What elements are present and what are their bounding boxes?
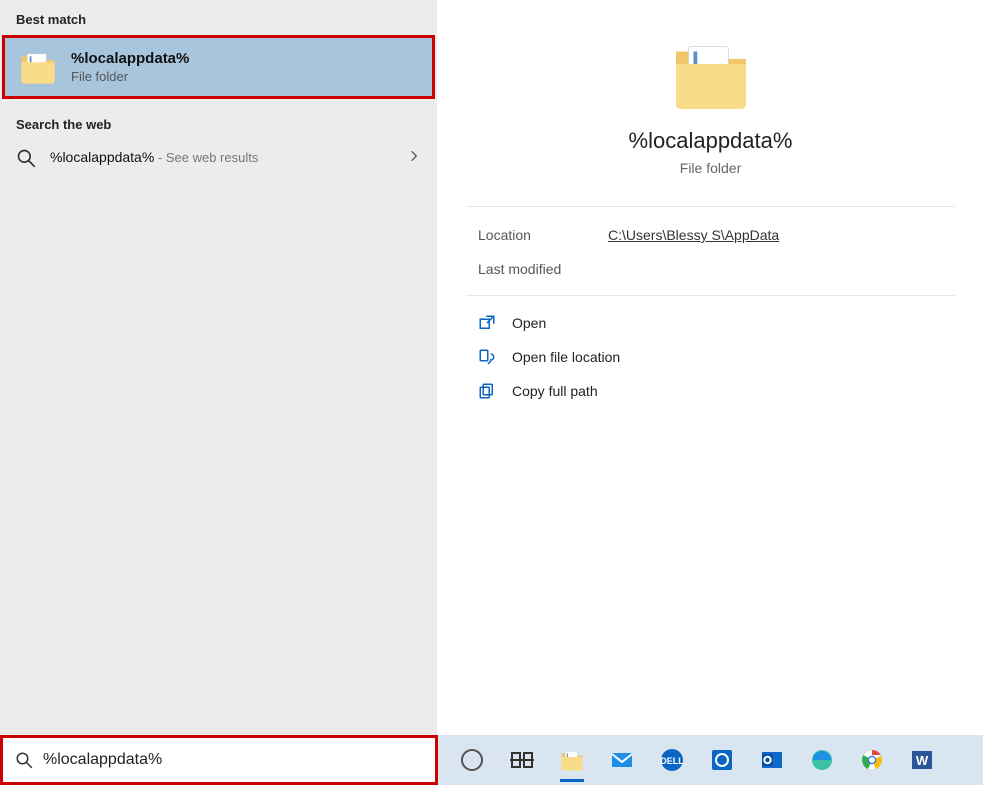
location-label: Location: [478, 227, 608, 243]
svg-text:W: W: [916, 753, 929, 768]
open-label: Open: [512, 315, 546, 331]
web-result-text: %localappdata% - See web results: [50, 149, 258, 167]
outlook-icon: [760, 748, 784, 772]
last-modified-value: [608, 261, 943, 277]
word-icon: W: [910, 748, 934, 772]
file-explorer-button[interactable]: [556, 744, 588, 776]
dell-update-button[interactable]: [706, 744, 738, 776]
edge-icon: [810, 748, 834, 772]
preview-title: %localappdata%: [629, 128, 793, 154]
task-view-icon: [510, 748, 534, 772]
dell-icon: DELL: [660, 748, 684, 772]
last-modified-label: Last modified: [478, 261, 608, 277]
copy-full-path-action[interactable]: Copy full path: [478, 382, 943, 400]
preview-block: %localappdata% File folder: [438, 24, 983, 206]
dell-update-icon: [710, 748, 734, 772]
copy-icon: [478, 382, 496, 400]
result-title: %localappdata%: [71, 50, 189, 67]
results-pane: Best match %localappdata% File folder Se…: [0, 0, 438, 735]
file-explorer-icon: [560, 748, 584, 772]
web-result-row[interactable]: %localappdata% - See web results: [0, 138, 437, 178]
bottom-bar: DELL W: [0, 735, 983, 785]
open-file-location-action[interactable]: Open file location: [478, 348, 943, 366]
location-icon: [478, 348, 496, 366]
windows-search-panel: Best match %localappdata% File folder Se…: [0, 0, 983, 785]
search-icon: [15, 751, 33, 769]
open-location-label: Open file location: [512, 349, 620, 365]
web-result-term: %localappdata%: [50, 149, 154, 165]
word-button[interactable]: W: [906, 744, 938, 776]
outlook-button[interactable]: [756, 744, 788, 776]
dell-app-button[interactable]: DELL: [656, 744, 688, 776]
cortana-icon: [461, 749, 483, 771]
copy-path-label: Copy full path: [512, 383, 598, 399]
main-area: Best match %localappdata% File folder Se…: [0, 0, 983, 735]
properties-grid: Location C:\Users\Blessy S\AppData Last …: [438, 207, 983, 295]
task-view-button[interactable]: [506, 744, 538, 776]
chrome-button[interactable]: [856, 744, 888, 776]
location-link[interactable]: C:\Users\Blessy S\AppData: [608, 227, 779, 243]
search-icon: [16, 148, 36, 168]
preview-subtitle: File folder: [680, 160, 741, 176]
folder-icon: [19, 48, 57, 86]
folder-icon: [671, 34, 751, 114]
search-web-header: Search the web: [0, 105, 437, 138]
svg-text:DELL: DELL: [660, 756, 684, 766]
search-box[interactable]: [0, 735, 438, 785]
result-subtitle: File folder: [71, 69, 189, 84]
open-icon: [478, 314, 496, 332]
mail-button[interactable]: [606, 744, 638, 776]
open-action[interactable]: Open: [478, 314, 943, 332]
chevron-right-icon: [407, 149, 421, 168]
cortana-button[interactable]: [456, 744, 488, 776]
mail-icon: [610, 748, 634, 772]
taskbar: DELL W: [438, 735, 983, 785]
details-pane: %localappdata% File folder Location C:\U…: [438, 0, 983, 735]
chrome-icon: [860, 748, 884, 772]
result-text-group: %localappdata% File folder: [71, 50, 189, 84]
best-match-result[interactable]: %localappdata% File folder: [2, 35, 435, 99]
actions-list: Open Open file location Copy full path: [438, 296, 983, 418]
best-match-header: Best match: [0, 0, 437, 33]
search-input[interactable]: [43, 751, 423, 769]
edge-button[interactable]: [806, 744, 838, 776]
web-result-hint: - See web results: [154, 150, 258, 165]
